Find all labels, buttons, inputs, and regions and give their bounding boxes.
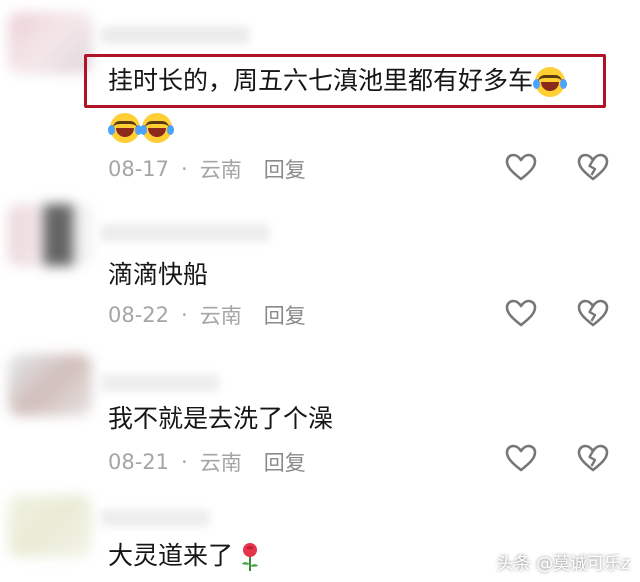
username-blurred[interactable]	[100, 224, 270, 242]
comment-text-content: 挂时长的，周五六七滇池里都有好多车	[108, 66, 534, 95]
broken-heart-icon[interactable]	[576, 442, 610, 474]
separator: ·	[181, 303, 188, 327]
comment-text: 滴滴快船	[108, 260, 209, 289]
comment-location: 云南	[199, 158, 242, 182]
username-blurred[interactable]	[100, 374, 220, 392]
comment-text: 大灵道来了	[108, 539, 261, 573]
comment-3: 我不就是去洗了个澡 08-21 · 云南 回复	[0, 340, 640, 485]
heart-icon[interactable]	[504, 442, 538, 474]
broken-heart-icon[interactable]	[576, 151, 610, 183]
broken-heart-icon[interactable]	[576, 297, 610, 329]
username-blurred[interactable]	[100, 509, 210, 527]
comment-meta: 08-21 · 云南 回复	[108, 447, 306, 477]
comment-text-content: 大灵道来了	[108, 541, 234, 570]
avatar[interactable]	[8, 495, 92, 557]
reply-button[interactable]: 回复	[264, 447, 306, 477]
comment-location: 云南	[199, 451, 242, 475]
laughing-crying-emoji	[140, 113, 174, 143]
avatar[interactable]	[8, 354, 92, 416]
comment-date: 08-17	[108, 157, 170, 181]
avatar[interactable]	[8, 204, 92, 266]
reply-button[interactable]: 回复	[264, 154, 306, 184]
avatar[interactable]	[8, 12, 92, 74]
comment-1: 挂时长的，周五六七滇池里都有好多车 08-17 · 云南 回复	[0, 0, 640, 190]
laughing-crying-emoji	[533, 67, 568, 97]
separator: ·	[181, 450, 188, 474]
rose-emoji	[239, 542, 261, 572]
username-blurred[interactable]	[100, 26, 250, 44]
comment-2: 滴滴快船 08-22 · 云南 回复	[0, 190, 640, 340]
reply-button[interactable]: 回复	[264, 300, 306, 330]
comment-meta: 08-22 · 云南 回复	[108, 300, 306, 330]
heart-icon[interactable]	[504, 297, 538, 329]
separator: ·	[181, 157, 188, 181]
comment-date: 08-21	[108, 450, 170, 474]
comment-emoji-line	[108, 110, 174, 144]
comment-location: 云南	[199, 304, 242, 328]
laughing-crying-emoji	[108, 113, 142, 143]
comment-meta: 08-17 · 云南 回复	[108, 154, 306, 184]
comment-text: 挂时长的，周五六七滇池里都有好多车	[108, 64, 568, 98]
comment-date: 08-22	[108, 303, 170, 327]
watermark: 头条 @莫诚可乐z	[496, 554, 630, 574]
heart-icon[interactable]	[504, 151, 538, 183]
comment-text: 我不就是去洗了个澡	[108, 404, 334, 433]
